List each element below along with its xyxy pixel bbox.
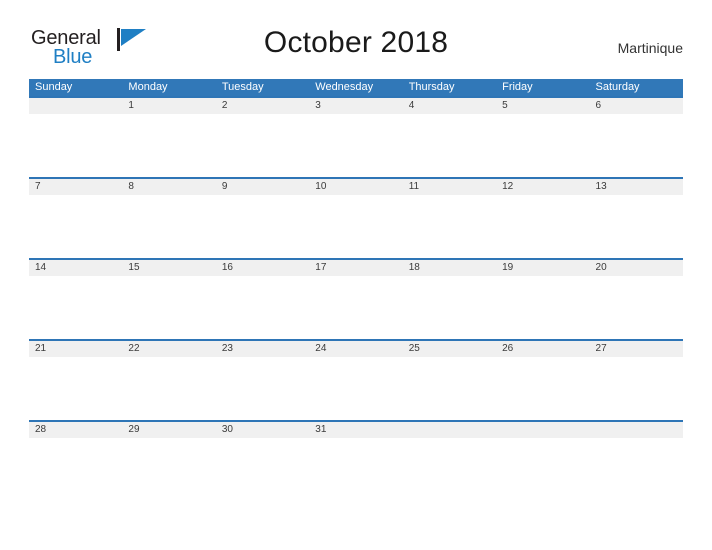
date-number-band: 28 29 30 31 [29, 422, 683, 438]
day-number[interactable]: 28 [29, 422, 122, 438]
day-number[interactable]: 12 [496, 179, 589, 195]
day-number[interactable] [29, 98, 122, 114]
day-number[interactable]: 2 [216, 98, 309, 114]
day-number[interactable]: 1 [122, 98, 215, 114]
day-number[interactable]: 31 [309, 422, 402, 438]
week-row: 28 29 30 31 [29, 420, 683, 501]
week-note-area[interactable] [29, 276, 683, 339]
day-number[interactable] [496, 422, 589, 438]
page-title: October 2018 [263, 26, 449, 59]
day-number[interactable]: 20 [590, 260, 683, 276]
weekday-header-monday: Monday [128, 81, 168, 93]
day-number[interactable]: 16 [216, 260, 309, 276]
week-note-area[interactable] [29, 114, 683, 177]
weekday-header-wednesday: Wednesday [315, 81, 374, 93]
weekday-header-sunday: Sunday [35, 81, 73, 93]
day-number[interactable]: 6 [590, 98, 683, 114]
calendar-page: General Blue October 2018 Martinique Sun… [0, 0, 712, 550]
day-number[interactable]: 11 [403, 179, 496, 195]
day-number[interactable]: 27 [590, 341, 683, 357]
day-number[interactable]: 25 [403, 341, 496, 357]
day-number[interactable]: 19 [496, 260, 589, 276]
day-number[interactable]: 15 [122, 260, 215, 276]
day-number[interactable]: 22 [122, 341, 215, 357]
date-number-band: 14 15 16 17 18 19 20 [29, 260, 683, 276]
week-row: 14 15 16 17 18 19 20 [29, 258, 683, 339]
week-note-area[interactable] [29, 357, 683, 420]
weekday-header-saturday: Saturday [595, 81, 640, 93]
week-row: 1 2 3 4 5 6 [29, 96, 683, 177]
region-label: Martinique [617, 40, 683, 56]
day-number[interactable]: 14 [29, 260, 122, 276]
day-number[interactable]: 13 [590, 179, 683, 195]
day-number[interactable]: 7 [29, 179, 122, 195]
weekday-header-row: Sunday Monday Tuesday Wednesday Thursday… [29, 79, 683, 96]
day-number[interactable]: 21 [29, 341, 122, 357]
day-number[interactable] [403, 422, 496, 438]
date-number-band: 21 22 23 24 25 26 27 [29, 341, 683, 357]
week-row: 21 22 23 24 25 26 27 [29, 339, 683, 420]
week-note-area[interactable] [29, 195, 683, 258]
week-note-area[interactable] [29, 438, 683, 501]
day-number[interactable] [590, 422, 683, 438]
day-number[interactable]: 9 [216, 179, 309, 195]
day-number[interactable]: 30 [216, 422, 309, 438]
day-number[interactable]: 24 [309, 341, 402, 357]
calendar-grid: Sunday Monday Tuesday Wednesday Thursday… [29, 79, 683, 501]
week-row: 7 8 9 10 11 12 13 [29, 177, 683, 258]
day-number[interactable]: 5 [496, 98, 589, 114]
weekday-header-friday: Friday [502, 81, 533, 93]
weekday-header-tuesday: Tuesday [221, 81, 264, 93]
date-number-band: 7 8 9 10 11 12 13 [29, 179, 683, 195]
weekday-header-thursday: Thursday [408, 81, 455, 93]
day-number[interactable]: 26 [496, 341, 589, 357]
date-number-band: 1 2 3 4 5 6 [29, 98, 683, 114]
day-number[interactable]: 29 [122, 422, 215, 438]
day-number[interactable]: 10 [309, 179, 402, 195]
day-number[interactable]: 8 [122, 179, 215, 195]
day-number[interactable]: 3 [309, 98, 402, 114]
page-header: General Blue October 2018 Martinique [29, 26, 683, 70]
day-number[interactable]: 17 [309, 260, 402, 276]
day-number[interactable]: 18 [403, 260, 496, 276]
day-number[interactable]: 4 [403, 98, 496, 114]
day-number[interactable]: 23 [216, 341, 309, 357]
